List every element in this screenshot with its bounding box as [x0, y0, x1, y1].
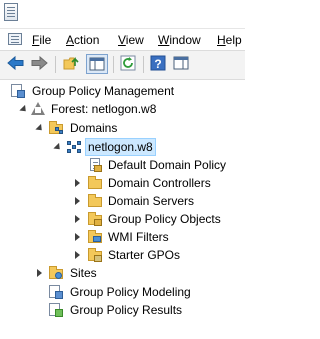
- group-policy-management-icon: [10, 83, 26, 99]
- help-icon: ?: [150, 55, 166, 71]
- menu-view[interactable]: View: [118, 32, 144, 48]
- expand-arrow-icon[interactable]: [75, 179, 80, 187]
- tree-node-domain-controllers[interactable]: Domain Controllers: [0, 174, 245, 192]
- forest-icon: [30, 101, 46, 117]
- toolbar: ?: [0, 50, 245, 80]
- ou-folder-icon: [87, 193, 103, 209]
- tree-node-domain-servers[interactable]: Domain Servers: [0, 192, 245, 210]
- refresh-button[interactable]: [118, 54, 140, 74]
- tree-node-label: netlogon.w8: [85, 138, 156, 156]
- toolbar-separator: [113, 56, 114, 73]
- tree-node-label: Group Policy Objects: [108, 212, 221, 226]
- mmc-console-icon[interactable]: [4, 3, 18, 21]
- tree-node-label: Group Policy Modeling: [70, 285, 191, 299]
- expand-arrow-icon[interactable]: [75, 215, 80, 223]
- toolbar-separator: [55, 56, 56, 73]
- menu-window[interactable]: Window: [158, 32, 201, 48]
- gp-modeling-icon: [48, 284, 64, 300]
- forward-button[interactable]: [29, 54, 51, 74]
- tree-node-label: Sites: [70, 266, 97, 280]
- ou-folder-icon: [87, 175, 103, 191]
- wmi-folder-icon: [87, 229, 103, 245]
- title-bar: [0, 0, 245, 29]
- tree-node-label: Domain Servers: [108, 194, 195, 208]
- starter-gpo-folder-icon: [87, 247, 103, 263]
- tree-node-label: Domains: [70, 121, 118, 135]
- gp-results-icon: [48, 302, 64, 318]
- menu-action[interactable]: Action: [66, 32, 99, 48]
- console-tree: Group Policy Management Forest: netlogon…: [0, 80, 245, 339]
- toolbar-separator: [143, 56, 144, 73]
- menu-help[interactable]: Help: [217, 32, 242, 48]
- collapse-arrow-icon[interactable]: [19, 104, 29, 115]
- gpo-link-icon: [87, 157, 103, 173]
- back-button[interactable]: [6, 54, 28, 74]
- console-menu-icon[interactable]: [8, 33, 22, 47]
- tree-node-group-policy-objects[interactable]: Group Policy Objects: [0, 210, 245, 228]
- tree-node-label: WMI Filters: [108, 230, 169, 244]
- collapse-arrow-icon[interactable]: [53, 142, 63, 153]
- refresh-icon: [120, 55, 136, 71]
- action-pane-icon: [173, 56, 189, 70]
- svg-text:?: ?: [154, 57, 161, 71]
- tree-node-group-policy-modeling[interactable]: Group Policy Modeling: [0, 283, 245, 301]
- gpo-folder-icon: [87, 211, 103, 227]
- folder-up-icon: [63, 57, 79, 70]
- tree-node-sites[interactable]: Sites: [0, 264, 245, 282]
- tree-node-default-domain-policy[interactable]: Default Domain Policy: [0, 156, 245, 174]
- expand-arrow-icon[interactable]: [37, 269, 42, 277]
- expand-arrow-icon[interactable]: [75, 251, 80, 259]
- help-button[interactable]: ?: [148, 54, 170, 74]
- tree-node-domains[interactable]: Domains: [0, 119, 245, 137]
- domains-folder-icon: [48, 120, 64, 136]
- expand-arrow-icon[interactable]: [75, 197, 80, 205]
- tree-node-wmi-filters[interactable]: WMI Filters: [0, 228, 245, 246]
- tree-node-domain-netlogon[interactable]: netlogon.w8: [0, 138, 245, 156]
- tree-node-group-policy-results[interactable]: Group Policy Results: [0, 301, 245, 319]
- tree-node-label: Domain Controllers: [108, 176, 211, 190]
- console-tree-icon: [89, 57, 105, 71]
- tree-node-label: Group Policy Management: [32, 84, 175, 98]
- forward-arrow-icon: [31, 55, 48, 71]
- tree-node-group-policy-management[interactable]: Group Policy Management: [0, 82, 245, 100]
- tree-node-starter-gpos[interactable]: Starter GPOs: [0, 246, 245, 264]
- show-hide-action-pane-button[interactable]: [171, 54, 193, 74]
- tree-node-label: Forest: netlogon.w8: [51, 102, 157, 116]
- tree-node-forest[interactable]: Forest: netlogon.w8: [0, 100, 245, 118]
- expand-arrow-icon[interactable]: [75, 233, 80, 241]
- back-arrow-icon: [7, 55, 24, 71]
- sites-folder-icon: [48, 265, 64, 281]
- menu-bar: File Action View Window Help: [0, 29, 245, 49]
- collapse-arrow-icon[interactable]: [35, 123, 45, 134]
- domain-icon: [66, 139, 82, 155]
- menu-file[interactable]: File: [32, 32, 51, 48]
- tree-node-label: Group Policy Results: [70, 303, 183, 317]
- show-hide-console-tree-button[interactable]: [86, 54, 108, 74]
- up-one-level-button[interactable]: [62, 54, 84, 74]
- tree-node-label: Default Domain Policy: [108, 158, 227, 172]
- tree-node-label: Starter GPOs: [108, 248, 181, 262]
